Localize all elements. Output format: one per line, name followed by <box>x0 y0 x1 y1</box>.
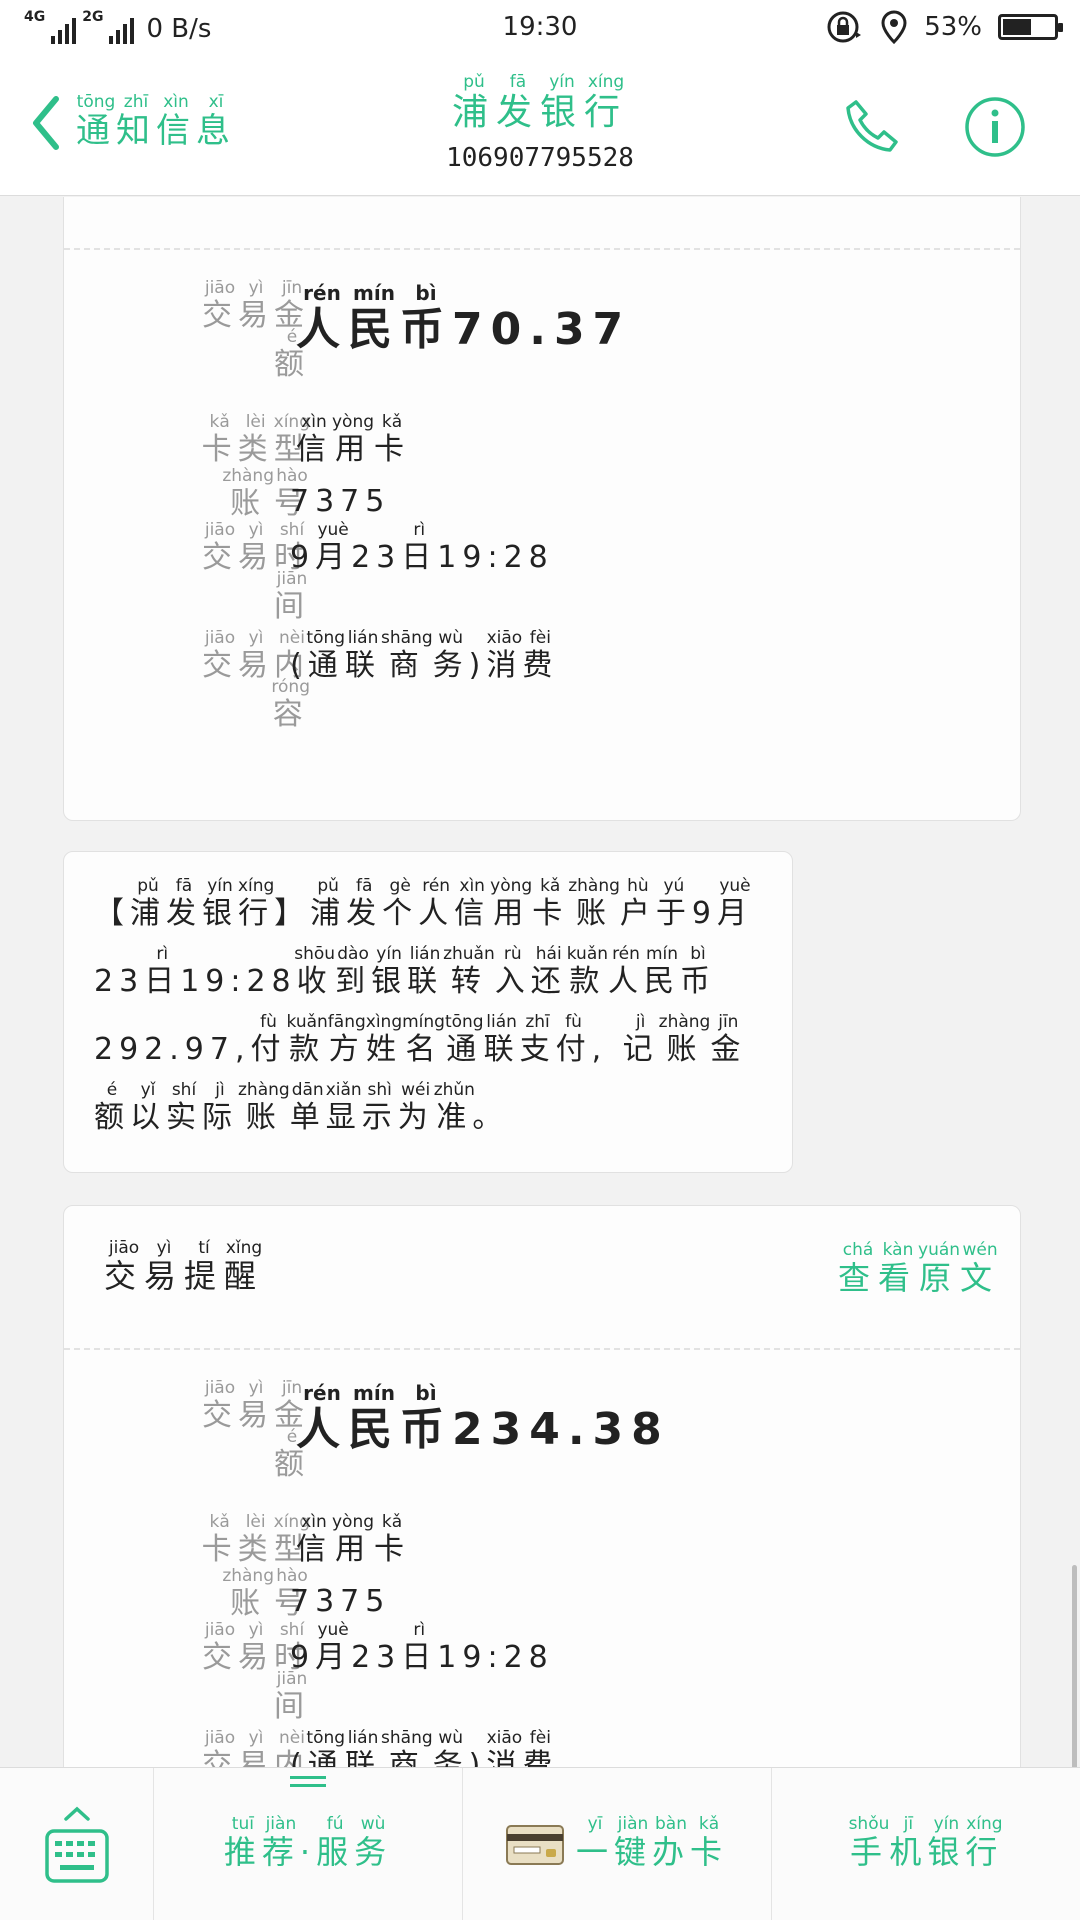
mobile-banking-label: 手shǒu机jī银yín行xíng <box>848 1814 1004 1871</box>
phone-icon <box>846 100 898 152</box>
time-value: 9月yuè23日rì19:28 <box>290 1620 554 1675</box>
menu-lines-icon <box>290 1776 326 1787</box>
keyboard-toggle-button[interactable] <box>0 1768 153 1920</box>
amount-label: 交jiāo易yì金jīn 额é <box>202 1378 310 1482</box>
time-label: 交jiāo易yì时shí 间jiān <box>202 520 310 624</box>
sms-message-text: 【浦pǔ发fā银yín行xíng】浦pǔ发fā个gè人rén信xìn用yòng卡… <box>94 876 753 1135</box>
card-divider <box>64 1348 1020 1350</box>
mobile-banking-button[interactable]: 手shǒu机jī银yín行xíng <box>772 1768 1080 1920</box>
back-button[interactable]: 通tōng知zhī信xìn息xī <box>30 92 236 152</box>
transaction-card-2: 交jiāo易yì提tí醒xǐng 查chá看kàn原yuán文wén 交jiāo… <box>63 1205 1021 1767</box>
call-button[interactable] <box>842 96 902 160</box>
card-type-label: 卡kǎ类lèi型xíng <box>201 1512 310 1567</box>
recommend-service-button[interactable]: 推tuī荐jiàn·服fú务wù <box>154 1768 462 1920</box>
status-bar: 4G 2G 0 B/s 19:30 53% <box>0 0 1080 56</box>
keyboard-icon <box>44 1806 109 1883</box>
status-right-group: 53% <box>826 10 1063 44</box>
account-value: 7375 <box>290 484 391 519</box>
bottom-menu-bar: 推tuī荐jiàn·服fú务wù 一yī键jiàn办bàn卡kǎ 手shǒu机j… <box>0 1767 1080 1920</box>
apply-card-button[interactable]: 一yī键jiàn办bàn卡kǎ <box>463 1768 771 1920</box>
message-list[interactable]: 交jiāo易yì金jīn 额é 人rén民mín币bì70.37 卡kǎ类lèi型… <box>0 197 1080 1767</box>
view-original-link[interactable]: 查chá看kàn原yuán文wén <box>838 1240 1000 1299</box>
app-header: 通tōng知zhī信xìn息xī 浦pǔ发fā银yín行xíng 1069077… <box>0 56 1080 196</box>
amount-value: 人rén民mín币bì70.37 <box>296 281 632 355</box>
battery-percent: 53% <box>924 12 982 42</box>
card-type-value: 信xìn用yòng卡kǎ <box>296 1512 411 1567</box>
time-value: 9月yuè23日rì19:28 <box>290 520 554 575</box>
location-icon <box>881 10 907 44</box>
card-type-label: 卡kǎ类lèi型xíng <box>201 412 310 467</box>
content-value: (通tōng联lián商shāng务wù)消xiāo费fèi <box>290 1728 559 1767</box>
battery-icon <box>998 14 1063 40</box>
credit-card-icon <box>505 1824 564 1865</box>
account-label: 账zhàng号hào <box>222 466 310 521</box>
content-value: (通tōng联lián商shāng务wù)消xiāo费fèi <box>290 628 559 683</box>
account-label: 账zhàng号hào <box>222 1566 310 1621</box>
chevron-left-icon <box>33 96 59 150</box>
account-value: 7375 <box>290 1584 391 1619</box>
info-icon <box>965 97 1025 157</box>
battery-fill <box>1003 19 1031 35</box>
header-center: 浦pǔ发fā银yín行xíng 106907795528 <box>340 72 740 173</box>
content-label: 交jiāo易yì内nèi <box>202 1728 310 1767</box>
card-divider <box>64 248 1020 250</box>
back-label: 通tōng知zhī信xìn息xī <box>76 92 236 151</box>
recommend-service-label: 推tuī荐jiàn·服fú务wù <box>223 1814 393 1871</box>
card-title: 交jiāo易yì提tí醒xǐng <box>104 1238 265 1295</box>
scrollbar[interactable] <box>1072 1565 1077 1767</box>
apply-card-label: 一yī键jiàn办bàn卡kǎ <box>575 1814 729 1871</box>
sms-message-bubble[interactable]: 【浦pǔ发fā银yín行xíng】浦pǔ发fā个gè人rén信xìn用yòng卡… <box>63 851 793 1173</box>
content-label: 交jiāo易yì内nèi 容róng <box>202 628 310 732</box>
sender-number: 106907795528 <box>446 143 634 173</box>
info-button[interactable] <box>964 96 1026 162</box>
transaction-card-1: 交jiāo易yì金jīn 额é 人rén民mín币bì70.37 卡kǎ类lèi型… <box>63 197 1021 821</box>
amount-value: 人rén民mín币bì234.38 <box>296 1381 670 1455</box>
amount-label: 交jiāo易yì金jīn 额é <box>202 278 310 382</box>
page-title: 浦pǔ发fā银yín行xíng <box>451 72 629 133</box>
card-type-value: 信xìn用yòng卡kǎ <box>296 412 411 467</box>
time-label: 交jiāo易yì时shí 间jiān <box>202 1620 310 1724</box>
rotation-lock-icon <box>827 11 862 43</box>
